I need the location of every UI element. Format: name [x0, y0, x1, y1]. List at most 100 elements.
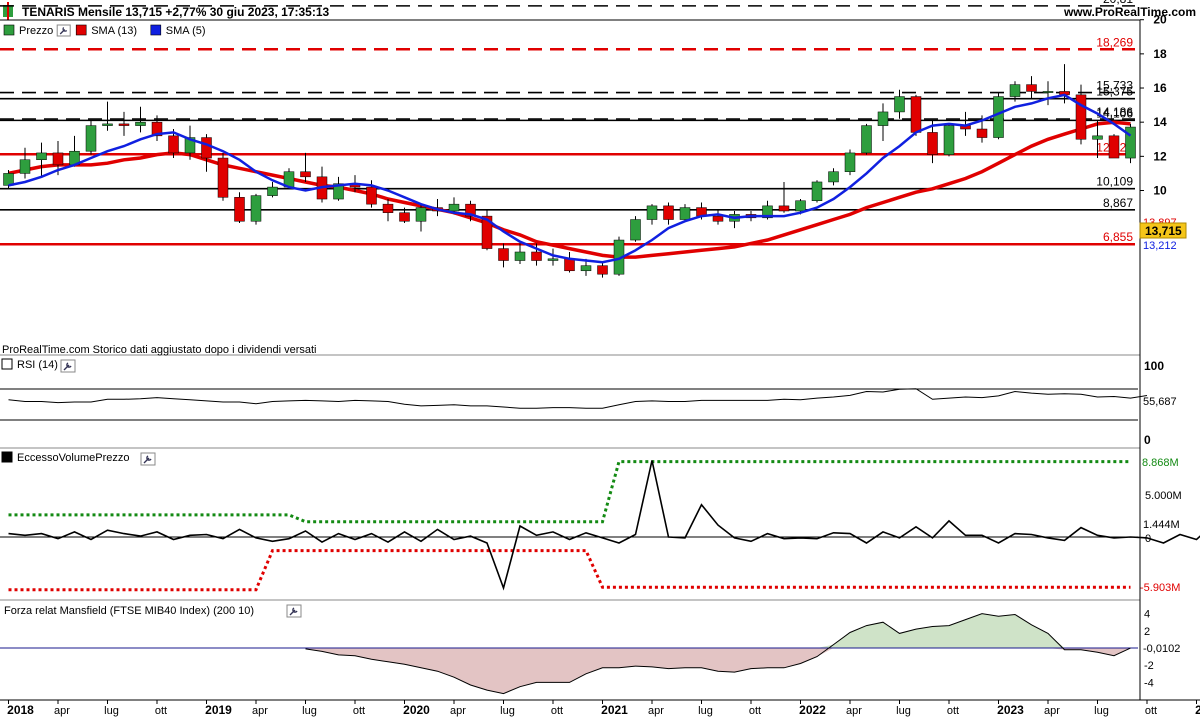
x-tick-label: lug: [1094, 705, 1109, 717]
candle[interactable]: [1108, 134, 1120, 159]
wrench-icon[interactable]: [56, 24, 71, 37]
candle-body: [1042, 91, 1054, 93]
level-label: 6,855: [1103, 230, 1133, 244]
rsi-bottom-label: 0: [1144, 433, 1151, 447]
candle-body: [448, 203, 460, 212]
candle-body: [976, 128, 988, 138]
candle-body: [168, 135, 179, 154]
level-label: 14,106: [1096, 106, 1133, 120]
x-tick-label: ott: [947, 705, 959, 717]
candle-body: [250, 195, 262, 222]
candle-body: [679, 207, 691, 220]
x-tick-label: ott: [551, 705, 563, 717]
legend-swatch: [75, 24, 87, 36]
watermark: ProRealTime.com Storico dati aggiustato …: [2, 344, 316, 356]
x-tick-label: 2022: [799, 703, 826, 717]
candle-body: [415, 207, 427, 222]
chart-title: TENARIS Mensile 13,715 +2,77% 30 giu 202…: [22, 5, 329, 19]
eccesso-title: EccessoVolumePrezzo: [17, 452, 130, 464]
x-tick-label: ott: [1145, 705, 1157, 717]
candle-body: [300, 171, 311, 178]
level-label: 15,375: [1096, 85, 1133, 99]
eccesso-value-label: 1.444M: [1143, 519, 1180, 531]
candle-body: [399, 212, 410, 222]
candle-body: [52, 152, 64, 166]
eccesso-tick-label: 5.000M: [1145, 490, 1182, 502]
candle-body: [234, 197, 245, 222]
eccesso-bottom-label: -5.903M: [1140, 582, 1180, 594]
mansfield-y-tick-label: 4: [1144, 609, 1150, 621]
candle-body: [712, 215, 724, 222]
app-icon-wick: [7, 2, 9, 20]
candle-body: [894, 96, 905, 113]
candle-body: [1026, 84, 1037, 92]
x-tick-label: 2019: [205, 703, 232, 717]
candle-body: [828, 171, 839, 183]
x-tick-label: apr: [1044, 705, 1060, 717]
x-tick-label: apr: [846, 705, 862, 717]
site-label[interactable]: www.ProRealTime.com: [1063, 5, 1196, 19]
candle[interactable]: [811, 180, 823, 203]
price-legend: Prezzo SMA (13) SMA (5): [3, 24, 206, 37]
legend-swatch: [3, 24, 15, 36]
candle-body: [663, 205, 674, 220]
candle[interactable]: [85, 120, 97, 155]
candle-body: [795, 200, 806, 212]
candle-body: [102, 123, 113, 126]
mansfield-title: Forza relat Mansfield (FTSE MIB40 Index)…: [4, 605, 254, 617]
x-tick-label: lug: [500, 705, 515, 717]
rsi-color-swatch: [1, 358, 13, 370]
candle[interactable]: [943, 123, 955, 157]
y-tick-label: 16: [1153, 81, 1167, 95]
candle-body: [118, 123, 130, 126]
candle[interactable]: [861, 123, 872, 155]
x-tick-label: 2021: [601, 703, 628, 717]
candle[interactable]: [630, 216, 641, 242]
candle[interactable]: [844, 149, 856, 176]
mansfield-y-tick-label: -4: [1144, 677, 1154, 689]
mansfield-y-tick-label: -2: [1144, 660, 1154, 672]
x-tick-label: 2024: [1195, 703, 1200, 717]
x-tick-label: ott: [749, 705, 761, 717]
candle-body: [580, 265, 592, 272]
candle-body: [1009, 84, 1021, 97]
candle[interactable]: [1125, 123, 1136, 164]
candle-body: [217, 157, 229, 198]
eccesso-zero-label: 0: [1145, 533, 1151, 545]
rsi-title: RSI (14): [17, 359, 58, 371]
candle-body: [910, 96, 922, 133]
last-price-label: 13,715: [1145, 224, 1182, 238]
rsi-top-label: 100: [1144, 359, 1164, 373]
x-tick-label: lug: [698, 705, 713, 717]
candle-body: [19, 159, 31, 174]
candle-body: [267, 186, 278, 196]
candle-body: [861, 125, 872, 154]
x-tick-label: apr: [54, 705, 70, 717]
candle-body: [564, 258, 575, 272]
candle[interactable]: [217, 152, 229, 201]
candle-body: [927, 132, 938, 155]
x-tick-label: apr: [450, 705, 466, 717]
wrench-icon[interactable]: [60, 359, 76, 373]
x-tick-label: apr: [648, 705, 664, 717]
x-tick-label: apr: [252, 705, 268, 717]
candle-body: [943, 125, 955, 155]
eccesso-color-swatch: [1, 451, 13, 463]
y-tick-label: 14: [1153, 115, 1167, 129]
wrench-icon[interactable]: [286, 604, 302, 618]
x-tick-label: lug: [896, 705, 911, 717]
candle-body: [778, 205, 790, 212]
legend-swatch: [150, 24, 162, 36]
mansfield-y-tick-label: 2: [1144, 626, 1150, 638]
candle-body: [844, 152, 856, 172]
candle-body: [36, 152, 47, 161]
candle[interactable]: [250, 193, 262, 225]
sma5-price-label: 13,212: [1143, 240, 1177, 252]
mansfield-value-label: -0,0102: [1143, 643, 1180, 655]
candle-body: [135, 121, 146, 126]
x-tick-label: lug: [302, 705, 317, 717]
level-label: 8,867: [1103, 196, 1133, 210]
candle-body: [201, 137, 212, 159]
candle-body: [993, 96, 1004, 138]
wrench-icon[interactable]: [140, 452, 156, 466]
